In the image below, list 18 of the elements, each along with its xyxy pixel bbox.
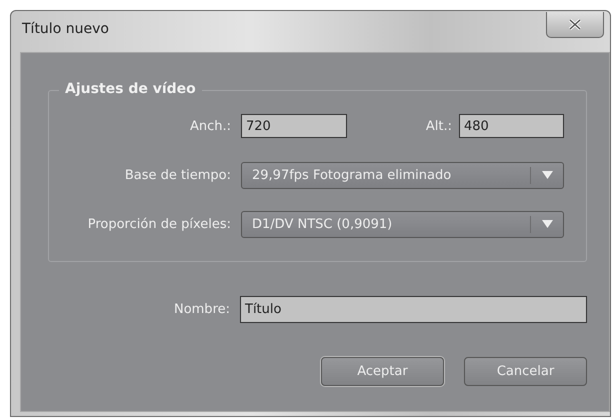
group-title: Ajustes de vídeo [59,81,202,97]
dropdown[interactable]: D1/DV NTSC (0,9091) [241,210,564,238]
window-title: Título nuevo [22,21,109,37]
accept-button[interactable]: Aceptar [321,357,444,386]
dropdown-arrow-icon [542,171,552,179]
field-label: Anch.: [188,118,232,134]
field-label: Base de tiempo: [124,168,232,182]
cancel-button[interactable]: Cancelar [464,357,587,386]
width-field[interactable]: 720 [241,114,347,138]
field-label: Nombre: [172,302,231,317]
close-button[interactable] [546,12,604,38]
name-field[interactable]: Título [240,296,587,323]
height-field[interactable]: 480 [459,114,564,138]
dropdown[interactable]: 29,97fps Fotograma eliminado [241,162,564,188]
field-label: Proporción de píxeles: [86,216,232,232]
dropdown-arrow-icon [542,220,552,228]
close-icon [568,19,582,30]
field-label: Alt.: [426,118,453,134]
